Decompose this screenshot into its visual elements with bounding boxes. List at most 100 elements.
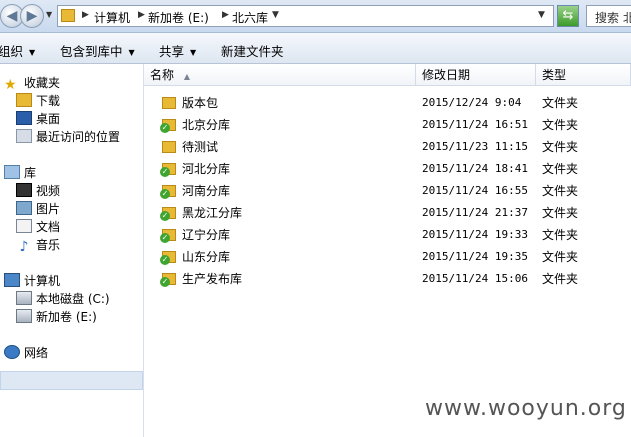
file-name-text: 山东分库 [182, 250, 231, 264]
synced-folder-icon: ✓ [160, 229, 176, 243]
network-icon [4, 345, 20, 359]
forward-button[interactable]: ▶ [20, 4, 44, 28]
nav-selection-highlight [0, 371, 143, 390]
share-button[interactable]: 共享 ▼ [159, 41, 196, 60]
nav-downloads-label: 下载 [36, 94, 61, 108]
nav-music[interactable]: ♪ 音乐 [16, 236, 60, 254]
column-modified-label: 修改日期 [422, 68, 471, 82]
address-bar-area: ◀ ▶ ▼ ▶ 计算机 ▶ 新加卷 (E:) ▶ 北六库 ▼ ▼ ⇆ 搜索 北 [0, 0, 631, 33]
synced-folder-icon: ✓ [160, 185, 176, 199]
file-name-text: 河北分库 [182, 162, 231, 176]
nav-local-disk[interactable]: 本地磁盘 (C:) [16, 290, 110, 308]
new-folder-label: 新建文件夹 [221, 44, 284, 59]
file-type-cell: 文件夹 [542, 206, 579, 220]
column-header-type[interactable]: 类型 [536, 64, 631, 86]
breadcrumb-computer[interactable]: 计算机 [94, 9, 130, 26]
address-dropdown-chevron-icon[interactable]: ▼ [538, 10, 545, 20]
file-name-cell: ✓ 黑龙江分库 [160, 203, 412, 223]
organize-button[interactable]: 组织 ▼ [0, 41, 35, 60]
nav-recent-label: 最近访问的位置 [36, 130, 121, 144]
chevron-down-icon: ▼ [190, 48, 197, 57]
file-name-cell: ✓ 山东分库 [160, 247, 412, 267]
file-name-text: 生产发布库 [182, 272, 243, 286]
file-modified-cell: 2015/11/24 21:37 [422, 206, 528, 219]
file-name-cell: ✓ 河南分库 [160, 181, 412, 201]
videos-icon [16, 183, 32, 197]
include-in-library-label: 包含到库中 [60, 44, 123, 59]
refresh-button[interactable]: ⇆ [557, 5, 579, 27]
synced-folder-icon: ✓ [160, 207, 176, 221]
nav-libraries[interactable]: 库 [4, 164, 36, 182]
address-box[interactable]: ▶ 计算机 ▶ 新加卷 (E:) ▶ 北六库 ▼ ▼ [57, 5, 554, 27]
file-type-cell: 文件夹 [542, 250, 579, 264]
breadcrumb-current-folder[interactable]: 北六库 [232, 9, 268, 26]
nav-computer[interactable]: 计算机 [4, 272, 60, 290]
synced-folder-icon: ✓ [160, 163, 176, 177]
nav-downloads[interactable]: 下载 [16, 92, 60, 110]
nav-pictures-label: 图片 [36, 202, 61, 216]
drive-e-icon [16, 309, 32, 323]
synced-folder-icon: ✓ [160, 119, 176, 133]
file-name-cell: ✓ 北京分库 [160, 115, 412, 135]
sort-ascending-icon: ▲ [183, 72, 190, 81]
nav-pictures[interactable]: 图片 [16, 200, 60, 218]
sync-check-icon: ✓ [160, 123, 170, 133]
breadcrumb-volume[interactable]: 新加卷 (E:) [148, 9, 209, 26]
nav-videos[interactable]: 视频 [16, 182, 60, 200]
folder-icon [61, 9, 75, 22]
music-icon: ♪ [19, 239, 29, 255]
drive-c-icon [16, 291, 32, 305]
synced-folder-icon: ✓ [160, 273, 176, 287]
libraries-icon [4, 165, 20, 179]
file-name-text: 河南分库 [182, 184, 231, 198]
file-type-cell: 文件夹 [542, 162, 579, 176]
pictures-icon [16, 201, 32, 215]
file-name-cell: 版本包 [162, 93, 412, 113]
nav-documents[interactable]: 文档 [16, 218, 60, 236]
recent-places-icon [16, 129, 32, 143]
star-icon: ★ [4, 77, 17, 93]
column-type-label: 类型 [542, 68, 567, 82]
breadcrumb-separator-icon[interactable]: ▼ [272, 10, 279, 20]
nav-recent[interactable]: 最近访问的位置 [16, 128, 120, 146]
nav-libraries-label: 库 [24, 166, 37, 180]
nav-favorites[interactable]: ★ 收藏夹 [4, 74, 60, 92]
synced-folder-icon: ✓ [160, 251, 176, 265]
file-type-cell: 文件夹 [542, 272, 579, 286]
search-input[interactable]: 搜索 北 [586, 5, 631, 27]
nav-new-volume-label: 新加卷 (E:) [36, 310, 97, 324]
nav-new-volume[interactable]: 新加卷 (E:) [16, 308, 97, 326]
breadcrumb-separator-icon[interactable]: ▶ [82, 10, 89, 20]
file-modified-cell: 2015/11/23 11:15 [422, 140, 528, 153]
nav-local-disk-label: 本地磁盘 (C:) [36, 292, 110, 306]
nav-documents-label: 文档 [36, 220, 61, 234]
nav-desktop-label: 桌面 [36, 112, 61, 126]
file-name-text: 黑龙江分库 [182, 206, 243, 220]
breadcrumb-separator-icon[interactable]: ▶ [222, 10, 229, 20]
nav-desktop[interactable]: 桌面 [16, 110, 60, 128]
file-name-cell: 待测试 [162, 137, 412, 157]
nav-videos-label: 视频 [36, 184, 61, 198]
forward-arrow-icon: ▶ [26, 8, 38, 24]
file-modified-cell: 2015/11/24 18:41 [422, 162, 528, 175]
computer-icon [4, 273, 20, 287]
file-modified-cell: 2015/11/24 19:33 [422, 228, 528, 241]
sync-check-icon: ✓ [160, 167, 170, 177]
file-name-cell: ✓ 河北分库 [160, 159, 412, 179]
command-bar: 组织 ▼ 包含到库中 ▼ 共享 ▼ 新建文件夹 [0, 33, 631, 64]
column-header-modified[interactable]: 修改日期 [416, 64, 536, 86]
recent-pages-chevron-icon[interactable]: ▼ [46, 10, 52, 19]
nav-computer-label: 计算机 [24, 274, 61, 288]
nav-music-label: 音乐 [36, 238, 61, 252]
breadcrumb-separator-icon[interactable]: ▶ [138, 10, 145, 20]
file-name-cell: ✓ 生产发布库 [160, 269, 412, 289]
nav-network[interactable]: 网络 [4, 344, 48, 362]
column-header-name[interactable]: 名称 ▲ [144, 64, 416, 86]
file-type-cell: 文件夹 [542, 228, 579, 242]
sync-check-icon: ✓ [160, 189, 170, 199]
include-in-library-button[interactable]: 包含到库中 ▼ [60, 41, 135, 60]
new-folder-button[interactable]: 新建文件夹 [221, 41, 284, 60]
watermark: www.wooyun.org [425, 396, 627, 421]
organize-label: 组织 [0, 44, 24, 59]
sync-check-icon: ✓ [160, 255, 170, 265]
